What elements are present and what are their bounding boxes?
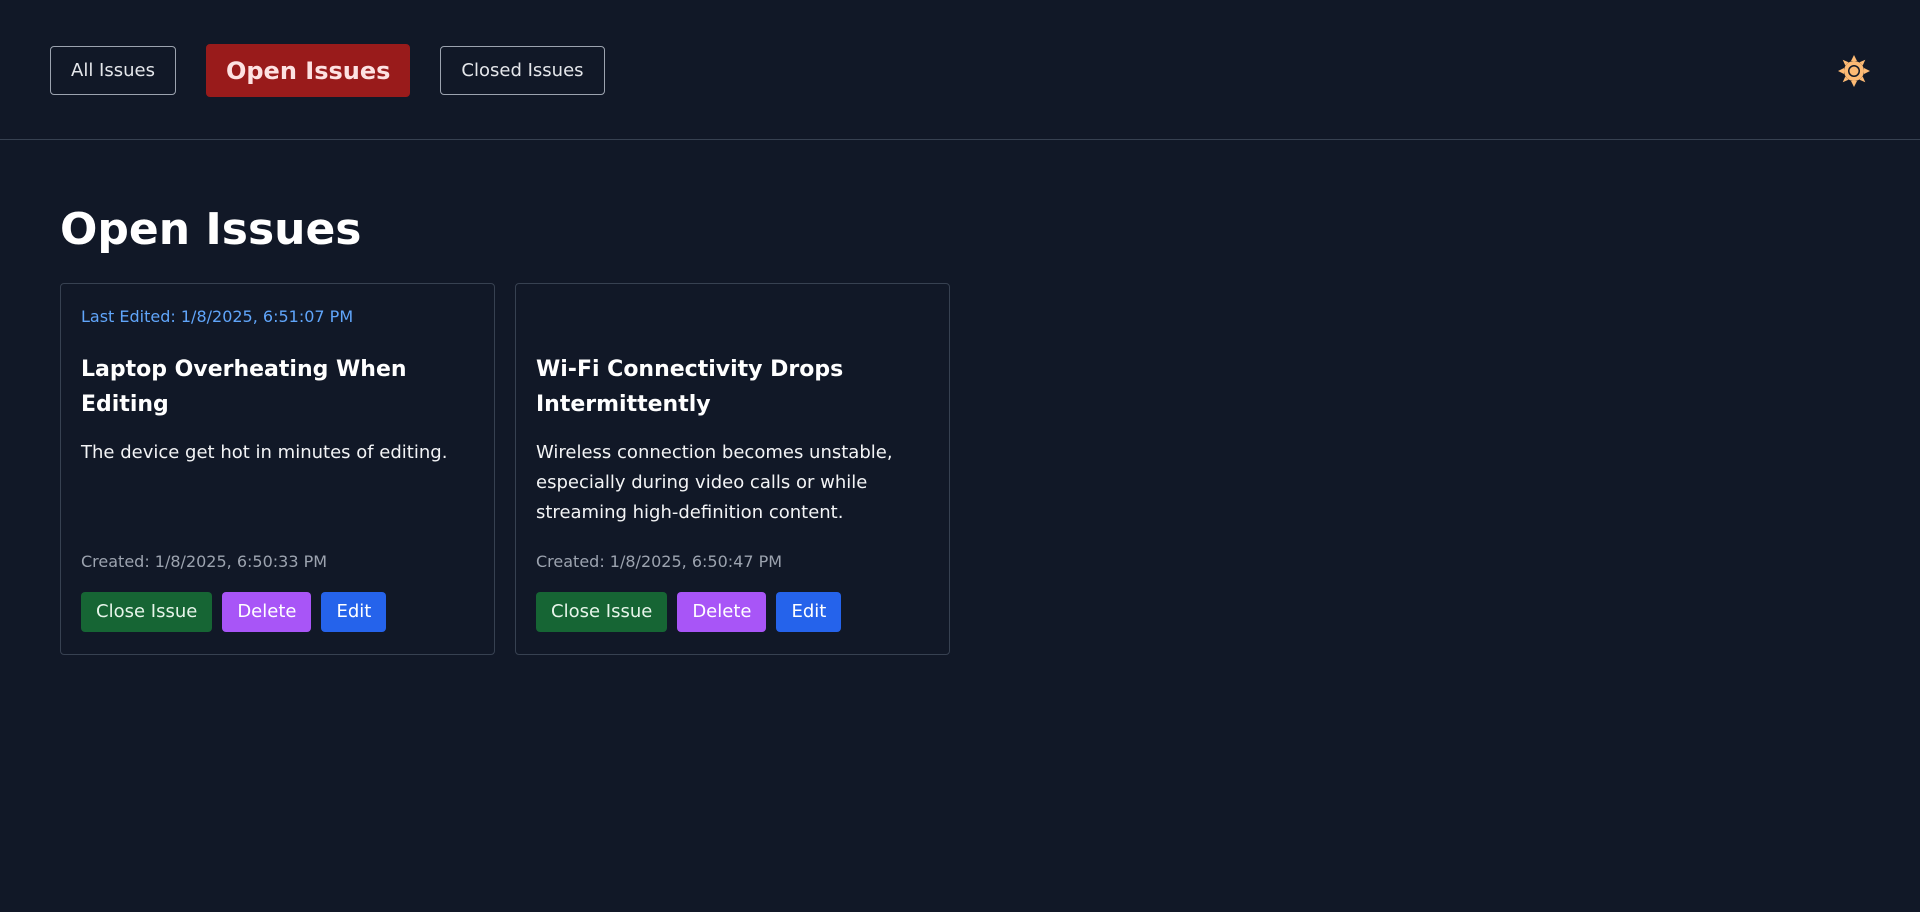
issue-card: Last Edited: 1/8/2025, 6:51:07 PM Laptop… [60, 282, 495, 655]
issue-actions: Close Issue Delete Edit [536, 591, 851, 632]
page-title: Open Issues [60, 204, 362, 255]
issue-actions: Close Issue Delete Edit [81, 591, 396, 632]
edit-button[interactable]: Edit [776, 591, 842, 632]
issue-description: Wireless connection becomes unstable, es… [536, 441, 893, 523]
delete-button[interactable]: Delete [677, 591, 767, 632]
close-issue-button[interactable]: Close Issue [81, 591, 213, 632]
delete-button[interactable]: Delete [222, 591, 312, 632]
main-content: Open Issues Last Edited: 1/8/2025, 6:51:… [0, 140, 1920, 655]
issue-description: The device get hot in minutes of editing… [81, 441, 448, 463]
created-text: Created: 1/8/2025, 6:50:47 PM [536, 551, 783, 571]
sun-icon [1838, 55, 1870, 87]
open-issues-button[interactable]: Open Issues [205, 44, 411, 97]
last-edited-text: Last Edited: 1/8/2025, 6:51:07 PM [81, 306, 354, 326]
theme-toggle-button[interactable] [1836, 53, 1872, 89]
issue-list: Last Edited: 1/8/2025, 6:51:07 PM Laptop… [60, 282, 1920, 655]
issue-card: Wi-Fi Connectivity Drops Intermittently … [515, 282, 950, 655]
closed-issues-button[interactable]: Closed Issues [440, 46, 605, 95]
last-edited-text [536, 306, 929, 328]
edit-button[interactable]: Edit [321, 591, 387, 632]
top-header: All Issues Open Issues Closed Issues [0, 0, 1920, 140]
filter-nav: All Issues Open Issues Closed Issues [50, 44, 635, 97]
created-text: Created: 1/8/2025, 6:50:33 PM [81, 551, 328, 571]
issue-title: Laptop Overheating When Editing [81, 356, 407, 417]
issue-title: Wi-Fi Connectivity Drops Intermittently [536, 356, 844, 417]
close-issue-button[interactable]: Close Issue [536, 591, 668, 632]
all-issues-button[interactable]: All Issues [50, 46, 176, 95]
